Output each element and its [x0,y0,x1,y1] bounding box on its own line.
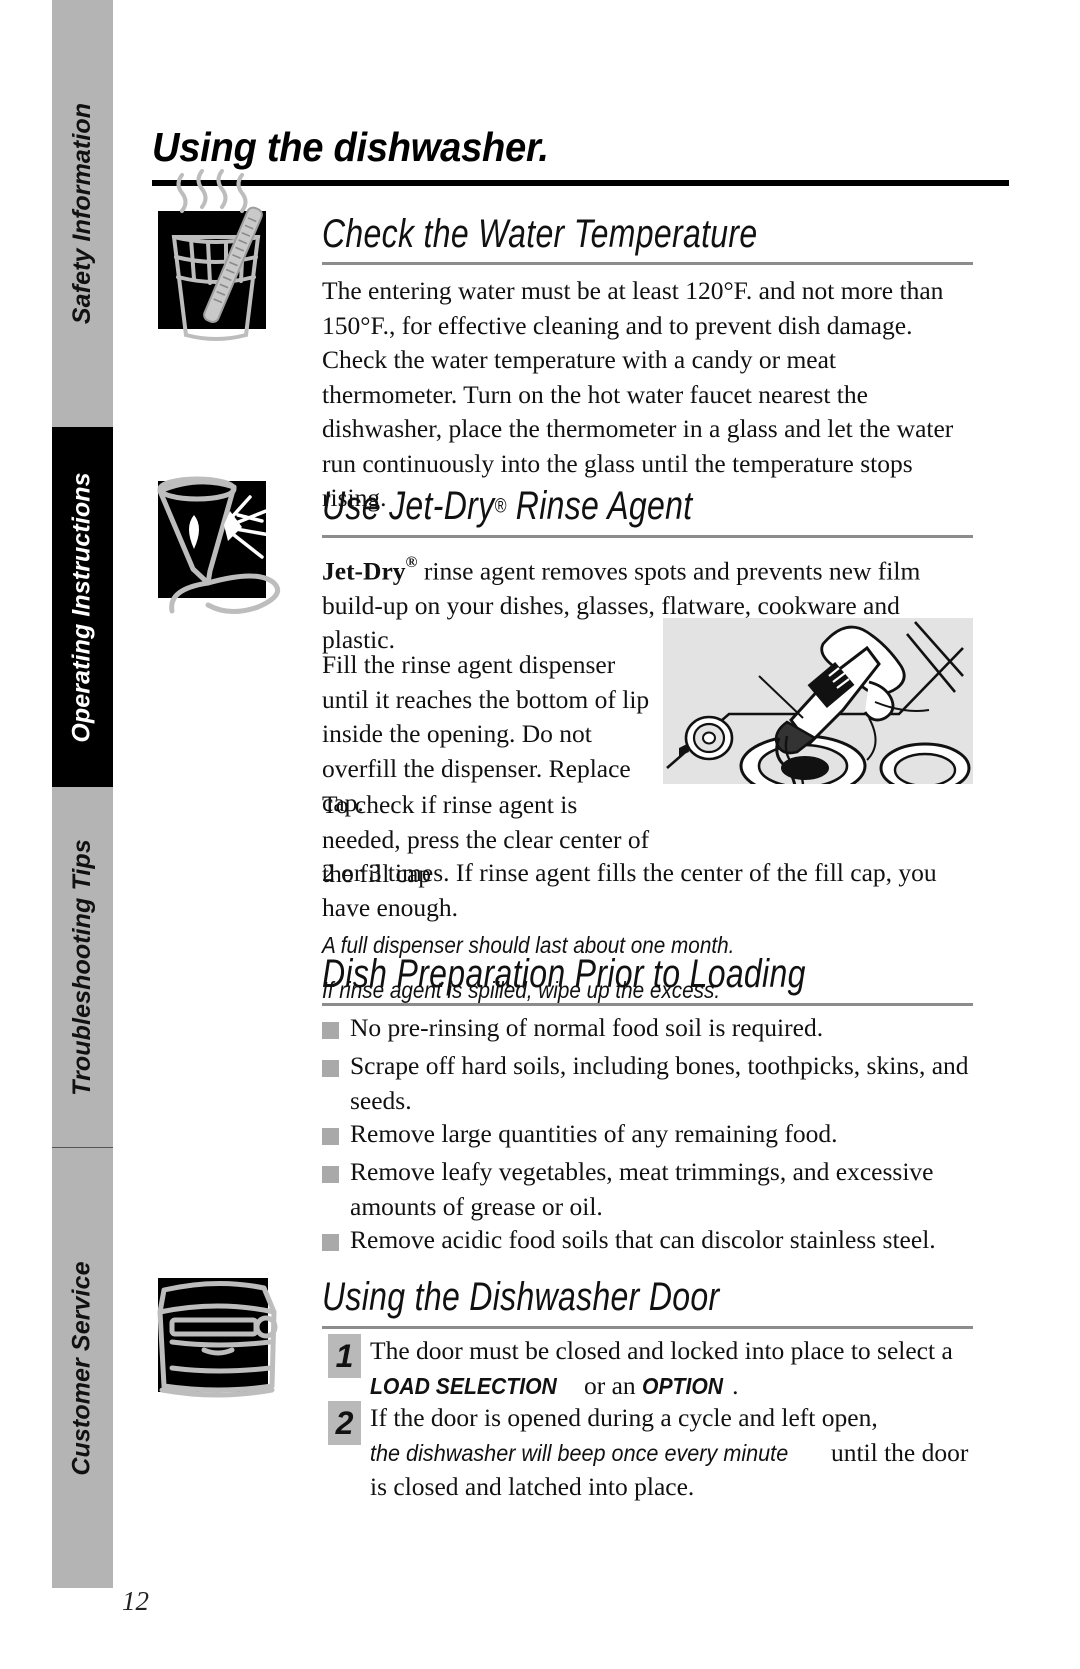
section-rule [322,1326,973,1329]
sparkling-glass-icon [157,476,280,614]
page-content: Using the dishwasher. Check the Water Te… [0,0,1080,1669]
registered-mark-icon: ® [405,554,418,571]
square-bullet-icon [322,1234,339,1251]
list-item: Remove leafy vegetables, meat trimmings,… [322,1155,980,1224]
numbered-step: 1 The door must be closed and locked int… [328,1334,978,1403]
section-rule [322,262,973,265]
step-text: If the door is opened during a cycle and… [370,1401,980,1505]
jet-dry-brand: Jet-Dry [322,556,406,586]
list-item-label: Scrape off hard soils, including bones, … [350,1051,969,1115]
dishwasher-front-icon [157,1278,278,1398]
list-item-label: Remove large quantities of any remaining… [350,1119,838,1148]
page-title: Using the dishwasher. [152,124,549,170]
numbered-step: 2 If the door is opened during a cycle a… [328,1401,980,1505]
registered-mark-icon: ® [494,495,507,518]
jet-dry-heading-text: Use Jet-Dry [322,484,495,528]
step-text-part2: or an [577,1370,643,1400]
option-emphasis: OPTION [642,1372,724,1399]
square-bullet-icon [322,1128,339,1145]
page-number: 12 [122,1586,149,1616]
list-item-label: Remove acidic food soils that can discol… [350,1225,936,1254]
section-heading-water-temperature: Check the Water Temperature [322,212,758,256]
step-text-part3: . [732,1370,739,1400]
list-item-label: No pre-rinsing of normal food soil is re… [350,1013,824,1042]
section-rule [322,1003,973,1006]
list-item: Scrape off hard soils, including bones, … [322,1049,977,1118]
step-text: The door must be closed and locked into … [370,1334,978,1403]
step-text-part1: If the door is opened during a cycle and… [370,1403,878,1432]
check-rinse-agent-paragraph-rest: 2 or 3 times. If rinse agent fills the c… [322,858,937,922]
list-item-label: Remove leafy vegetables, meat trimmings,… [350,1157,934,1221]
square-bullet-icon [322,1166,339,1183]
step-text-part1: The door must be closed and locked into … [370,1336,953,1365]
section-rule [322,535,973,538]
step-number-badge: 2 [328,1401,361,1445]
glass-thermometer-icon [158,169,266,341]
section-heading-dish-preparation: Dish Preparation Prior to Loading [322,952,806,996]
list-item: Remove large quantities of any remaining… [322,1117,977,1152]
list-item: Remove acidic food soils that can discol… [322,1223,977,1258]
rinse-agent-dispenser-photo [663,618,973,784]
section-heading-jet-dry: Use Jet-Dry® Rinse Agent [322,484,692,529]
section-heading-dishwasher-door: Using the Dishwasher Door [322,1275,720,1319]
title-rule [152,180,1009,186]
load-selection-emphasis: LOAD SELECTION [370,1372,557,1399]
square-bullet-icon [322,1060,339,1077]
beep-warning-emphasis: the dishwasher will beep once every minu… [370,1439,789,1466]
square-bullet-icon [322,1022,339,1039]
list-item: No pre-rinsing of normal food soil is re… [322,1011,977,1046]
step-number-badge: 1 [328,1334,361,1378]
jet-dry-heading-suffix: Rinse Agent [506,484,693,528]
water-temperature-paragraph: The entering water must be at least 120°… [322,276,954,512]
